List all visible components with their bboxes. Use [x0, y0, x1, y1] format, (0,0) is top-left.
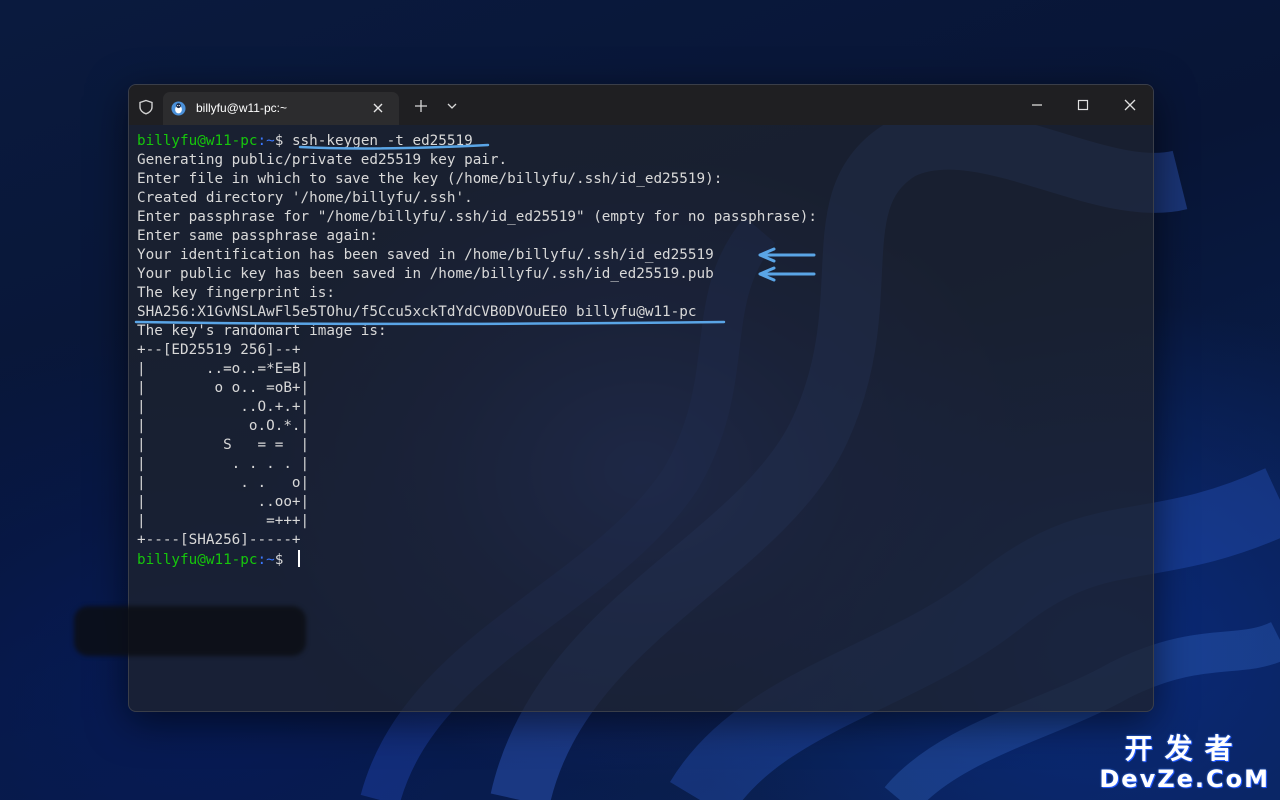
- randomart-line: | S = = |: [137, 437, 310, 453]
- randomart-line: | ..oo+|: [137, 494, 310, 510]
- text-cursor: [297, 550, 300, 567]
- prompt-line: billyfu@w11-pc:~$: [137, 550, 817, 569]
- prompt-symbol: $: [274, 133, 292, 149]
- title-bar: billyfu@w11-pc:~: [129, 85, 1153, 125]
- command-line: billyfu@w11-pc:~$ ssh-keygen -t ed25519: [137, 132, 817, 151]
- prompt-user: billyfu@w11-pc: [137, 133, 258, 149]
- command-text: ssh-keygen -t ed25519: [291, 133, 473, 149]
- tab-title: billyfu@w11-pc:~: [196, 101, 287, 115]
- shield-icon: [139, 99, 153, 115]
- fingerprint-line: SHA256:X1GvNSLAwFl5e5TOhu/f5Ccu5xckTdYdC…: [137, 304, 697, 320]
- chevron-down-icon[interactable]: [446, 101, 458, 111]
- randomart-line: | . . o|: [137, 475, 310, 491]
- plus-icon[interactable]: [414, 99, 428, 113]
- output-line: Created directory '/home/billyfu/.ssh'.: [137, 190, 473, 206]
- minimize-icon[interactable]: [1027, 95, 1047, 115]
- output-line: Enter same passphrase again:: [137, 228, 379, 244]
- output-line: Enter passphrase for "/home/billyfu/.ssh…: [137, 209, 817, 225]
- prompt-symbol: $: [274, 552, 292, 568]
- watermark-top: 开发者: [1124, 732, 1245, 765]
- output-line: Your identification has been saved in /h…: [137, 247, 714, 263]
- prompt-path: :~: [257, 552, 275, 568]
- randomart-line: +--[ED25519 256]--+: [137, 342, 301, 358]
- randomart-line: | ..=o..=*E=B|: [137, 361, 310, 377]
- output-line: Your public key has been saved in /home/…: [137, 266, 714, 282]
- randomart-line: | o o.. =oB+|: [137, 380, 310, 396]
- close-tab-icon[interactable]: [371, 101, 385, 115]
- output-line: Enter file in which to save the key (/ho…: [137, 171, 723, 187]
- terminal-output[interactable]: billyfu@w11-pc:~$ ssh-keygen -t ed25519 …: [137, 132, 817, 569]
- randomart-line: | ..O.+.+|: [137, 399, 310, 415]
- linux-penguin-icon: [171, 101, 186, 116]
- randomart-line: | . . . . |: [137, 456, 310, 472]
- close-window-icon[interactable]: [1120, 95, 1140, 115]
- prompt-user: billyfu@w11-pc: [137, 552, 258, 568]
- output-line: The key's randomart image is:: [137, 323, 387, 339]
- output-line: The key fingerprint is:: [137, 285, 335, 301]
- tab-ubuntu[interactable]: billyfu@w11-pc:~: [163, 92, 399, 125]
- randomart-line: +----[SHA256]-----+: [137, 532, 301, 548]
- output-line: Generating public/private ed25519 key pa…: [137, 152, 508, 168]
- watermark-bottom: DevZe.CoM: [1099, 765, 1270, 793]
- randomart-line: | o.O.*.|: [137, 418, 310, 434]
- watermark: 开发者 DevZe.CoM: [1099, 732, 1270, 794]
- maximize-icon[interactable]: [1073, 95, 1093, 115]
- blurred-overlay: [74, 606, 306, 656]
- prompt-path: :~: [257, 133, 275, 149]
- randomart-line: | =+++|: [137, 513, 310, 529]
